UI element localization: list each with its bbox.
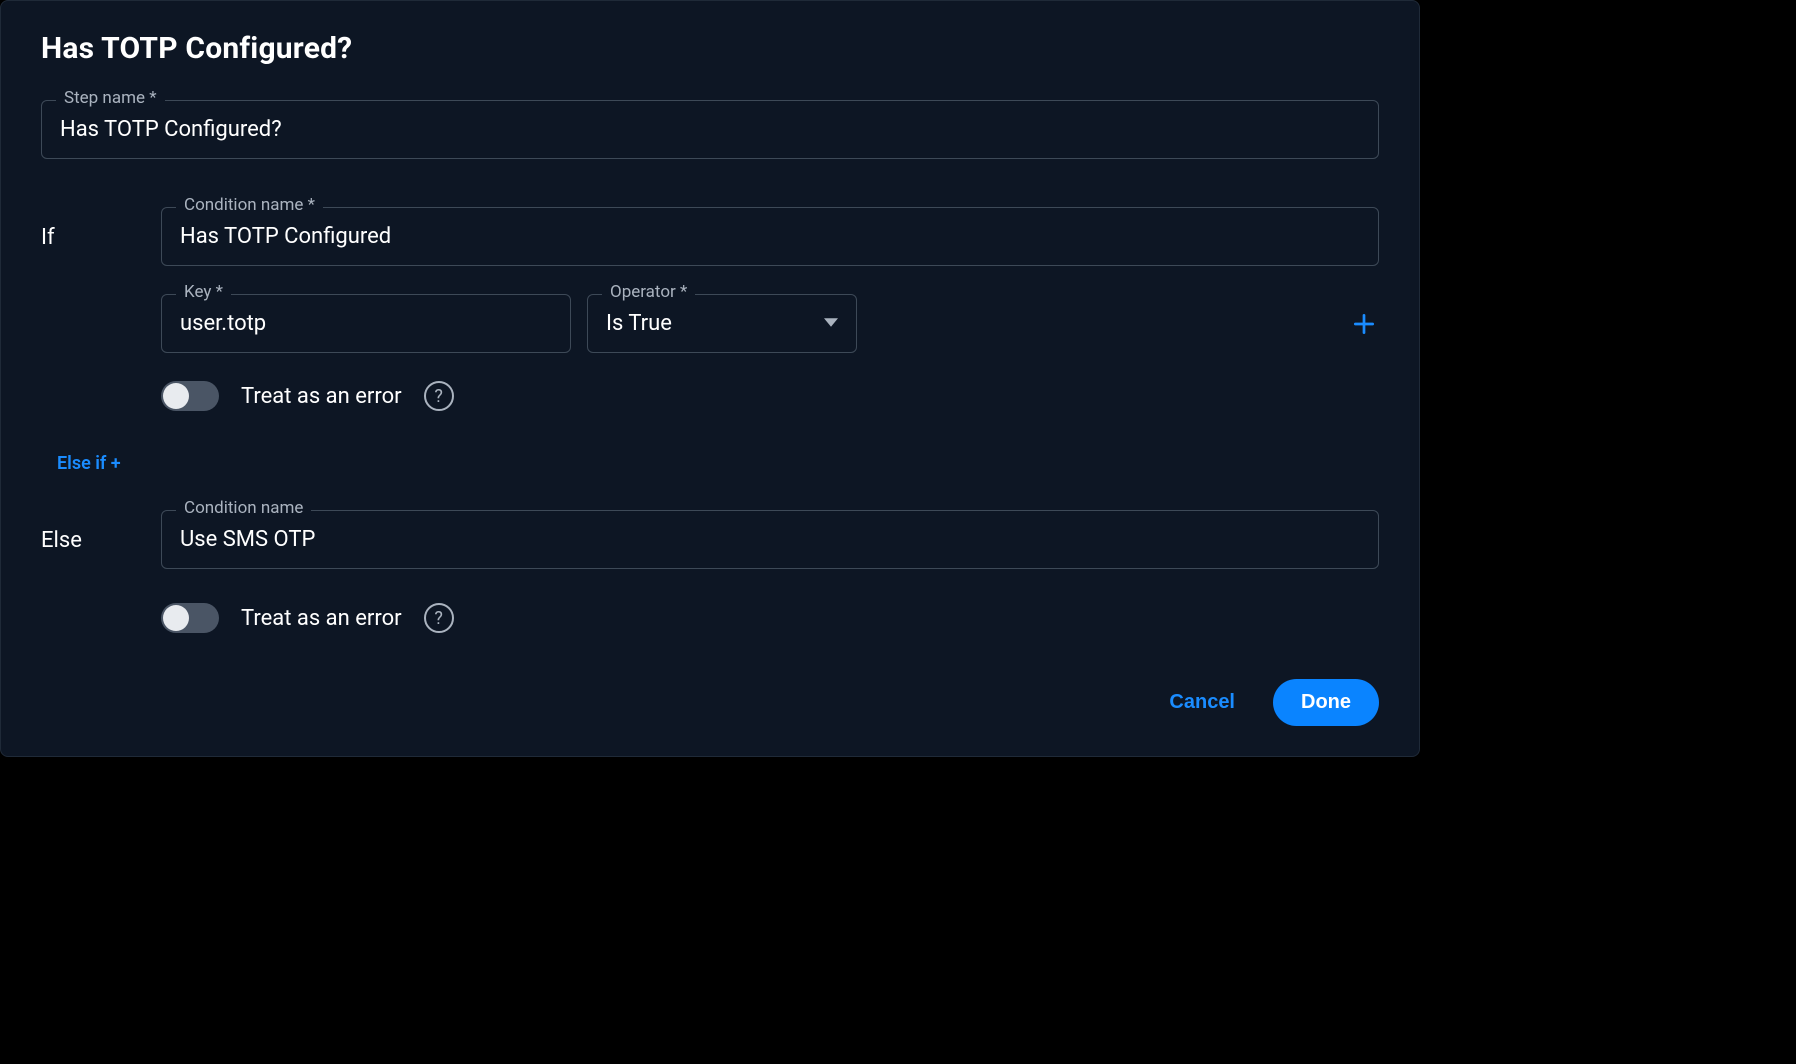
help-icon[interactable]: ? [424,381,454,411]
else-condition-name-label: Condition name [176,500,311,517]
toggle-thumb [163,605,189,631]
dialog-title: Has TOTP Configured? [41,31,1379,66]
step-name-label: Step name * [56,90,165,107]
if-keyword: If [41,207,151,250]
if-treat-as-error-label: Treat as an error [241,384,402,409]
else-condition-name-input[interactable] [162,511,1378,568]
toggle-thumb [163,383,189,409]
else-condition-name-field: Condition name [161,510,1379,569]
else-treat-as-error-toggle[interactable] [161,603,219,633]
step-name-field: Step name * [41,100,1379,159]
key-input[interactable] [162,295,570,352]
else-treat-as-error-label: Treat as an error [241,606,402,631]
else-keyword: Else [41,510,151,553]
key-field: Key * [161,294,571,353]
key-label: Key * [176,284,231,301]
else-treat-as-error-row: Treat as an error ? [161,603,1379,633]
if-condition-name-label: Condition name * [176,197,323,214]
step-name-input[interactable] [42,101,1378,158]
dialog-footer: Cancel Done [41,679,1379,726]
step-editor-dialog: Has TOTP Configured? Step name * If Cond… [0,0,1420,757]
else-block: Else Condition name Treat as an error ? [41,510,1379,633]
if-treat-as-error-row: Treat as an error ? [161,381,1379,411]
if-block: If Condition name * Key * Operator * Is … [41,207,1379,411]
if-treat-as-error-toggle[interactable] [161,381,219,411]
operator-label: Operator * [602,284,695,301]
add-condition-button[interactable] [1349,309,1379,339]
if-condition-name-input[interactable] [162,208,1378,265]
else-if-link[interactable]: Else if + [57,453,121,474]
done-button[interactable]: Done [1273,679,1379,726]
if-condition-name-field: Condition name * [161,207,1379,266]
operator-select[interactable]: Is True [588,295,856,352]
cancel-button[interactable]: Cancel [1165,681,1239,724]
help-icon[interactable]: ? [424,603,454,633]
operator-field: Operator * Is True [587,294,857,353]
